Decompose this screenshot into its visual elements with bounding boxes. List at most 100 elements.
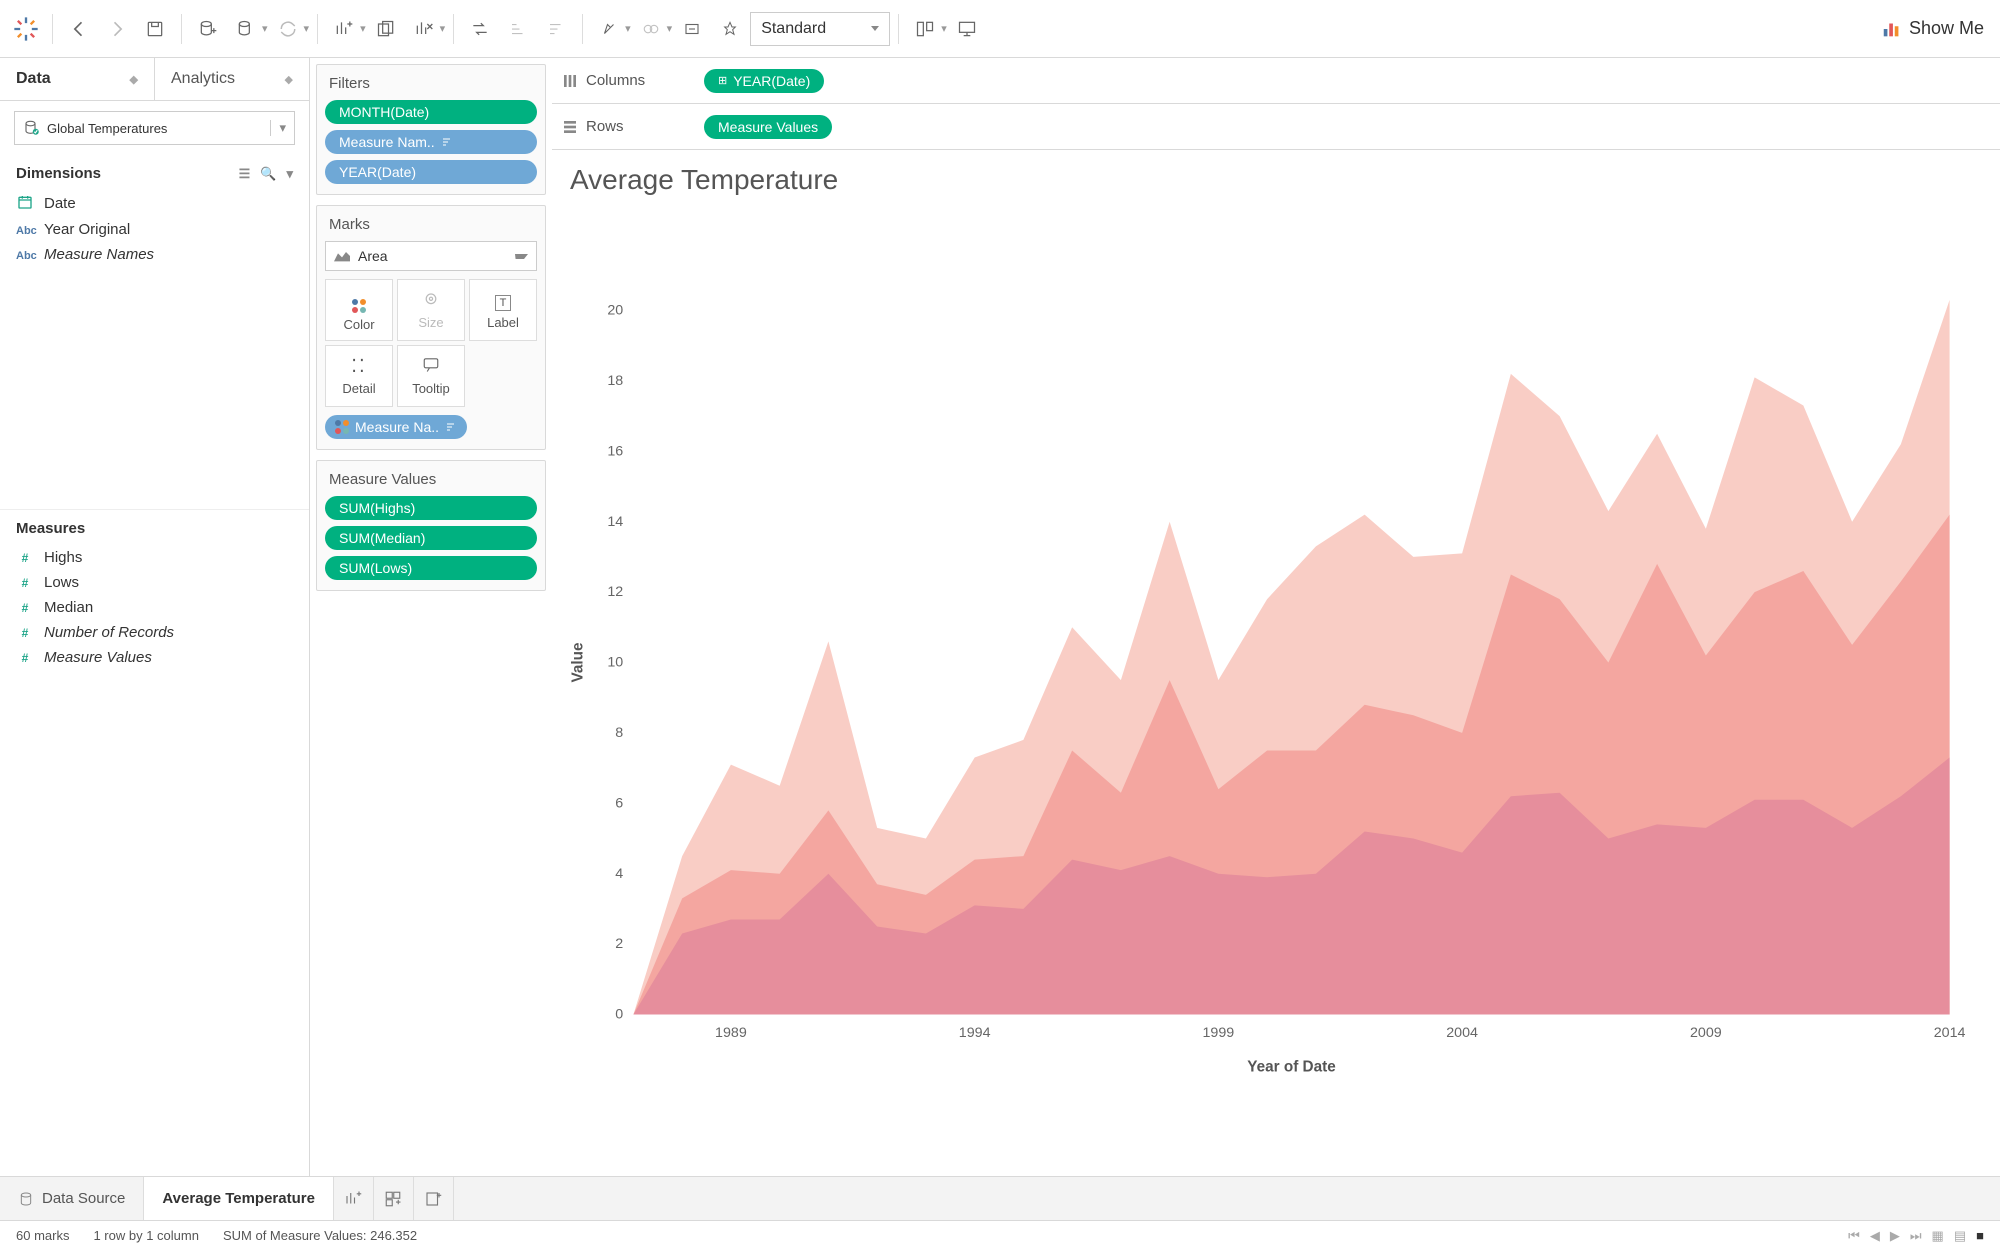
logo-icon[interactable]	[8, 11, 44, 47]
svg-text:12: 12	[607, 584, 623, 600]
data-source-select[interactable]: Global Temperatures ▾	[14, 111, 295, 145]
measure-values-shelf: Measure Values SUM(Highs)SUM(Median)SUM(…	[316, 460, 546, 591]
measure-value-pill[interactable]: SUM(Median)	[325, 526, 537, 550]
svg-text:10: 10	[607, 655, 623, 671]
view-grid-icon[interactable]: ▦	[1932, 1228, 1944, 1244]
measure-field[interactable]: #Median	[0, 595, 309, 620]
fit-select[interactable]: Standard	[750, 12, 890, 46]
svg-text:2009: 2009	[1690, 1025, 1722, 1041]
sheet-bar: Data Source Average Temperature	[0, 1176, 2000, 1220]
columns-shelf[interactable]: Columns ⊞YEAR(Date)	[552, 58, 2000, 104]
tab-data[interactable]: Data◆	[0, 58, 154, 100]
shelves-pane: Filters MONTH(Date)Measure Nam.. YEAR(Da…	[310, 58, 552, 1176]
status-dims: 1 row by 1 column	[93, 1228, 199, 1243]
measure-field[interactable]: #Number of Records	[0, 620, 309, 645]
viz-pane: Columns ⊞YEAR(Date) Rows Measure Values …	[552, 58, 2000, 1176]
mark-type-select[interactable]: Area	[325, 241, 537, 271]
marks-shelf: Marks Area ColorSizeTLabel⁚⁚DetailToolti…	[316, 205, 546, 450]
measure-field[interactable]: #Measure Values	[0, 645, 309, 670]
status-sum: SUM of Measure Values: 246.352	[223, 1228, 417, 1243]
swap-button[interactable]	[462, 11, 498, 47]
svg-text:1994: 1994	[959, 1025, 991, 1041]
filter-pill[interactable]: Measure Nam..	[325, 130, 537, 154]
svg-text:1989: 1989	[715, 1025, 747, 1041]
new-sheet-button[interactable]	[334, 1177, 374, 1220]
mark-card-size[interactable]: Size	[397, 279, 465, 341]
view-single-icon[interactable]: ■	[1976, 1228, 1984, 1244]
view-tabs-icon[interactable]: ▤	[1954, 1228, 1966, 1244]
show-labels-button[interactable]	[674, 11, 710, 47]
nav-last-icon[interactable]: ⏭	[1910, 1228, 1922, 1244]
dimensions-header: Dimensions ☰🔍▾	[0, 155, 309, 188]
measure-field[interactable]: #Highs	[0, 545, 309, 570]
svg-text:Year of Date: Year of Date	[1247, 1059, 1335, 1076]
status-marks: 60 marks	[16, 1228, 69, 1243]
svg-text:16: 16	[607, 443, 623, 459]
back-button[interactable]	[61, 11, 97, 47]
svg-text:2014: 2014	[1934, 1025, 1966, 1041]
svg-text:20: 20	[607, 303, 623, 319]
columns-pill[interactable]: ⊞YEAR(Date)	[704, 69, 824, 93]
area-chart: 0 2 4 6 8 10 12 14 16 18 20 1989 1994 1999 2004 2009 201…	[562, 210, 1970, 1166]
status-bar: 60 marks 1 row by 1 column SUM of Measur…	[0, 1220, 2000, 1250]
svg-text:1999: 1999	[1203, 1025, 1235, 1041]
data-pane: Data◆ Analytics◆ Global Temperatures ▾ D…	[0, 58, 310, 1176]
dimension-field[interactable]: AbcMeasure Names	[0, 242, 309, 267]
forward-button[interactable]	[99, 11, 135, 47]
svg-text:0: 0	[615, 1007, 623, 1023]
nav-first-icon[interactable]: ⏮	[1848, 1228, 1860, 1244]
tab-analytics[interactable]: Analytics◆	[154, 58, 309, 100]
new-dashboard-button[interactable]	[374, 1177, 414, 1220]
sort-asc-button[interactable]	[500, 11, 536, 47]
svg-text:Value: Value	[569, 643, 586, 683]
mark-card-tooltip[interactable]: Tooltip	[397, 345, 465, 407]
svg-text:6: 6	[615, 795, 623, 811]
save-button[interactable]	[137, 11, 173, 47]
clear-sheet-button[interactable]	[406, 11, 442, 47]
svg-text:4: 4	[615, 866, 623, 882]
filters-shelf: Filters MONTH(Date)Measure Nam.. YEAR(Da…	[316, 64, 546, 195]
mark-card-color[interactable]: Color	[325, 279, 393, 341]
presentation-button[interactable]	[949, 11, 985, 47]
pin-button[interactable]	[712, 11, 748, 47]
measure-field[interactable]: #Lows	[0, 570, 309, 595]
new-worksheet-button[interactable]	[326, 11, 362, 47]
search-icon[interactable]: 🔍	[260, 166, 276, 182]
new-story-button[interactable]	[414, 1177, 454, 1220]
filter-pill[interactable]: MONTH(Date)	[325, 100, 537, 124]
filter-pill[interactable]: YEAR(Date)	[325, 160, 537, 184]
show-me-button[interactable]: Show Me	[1873, 14, 1992, 44]
view-list-icon[interactable]: ☰	[239, 166, 251, 182]
group-button[interactable]	[633, 11, 669, 47]
toolbar: ▾ ▾ ▾ ▾ ▾ ▾ Standard ▾ Show Me	[0, 0, 2000, 58]
svg-text:2004: 2004	[1446, 1025, 1478, 1041]
sort-desc-button[interactable]	[538, 11, 574, 47]
nav-next-icon[interactable]: ▶	[1890, 1228, 1900, 1244]
measure-value-pill[interactable]: SUM(Highs)	[325, 496, 537, 520]
color-dots-icon	[335, 420, 349, 434]
rows-pill[interactable]: Measure Values	[704, 115, 832, 139]
rows-shelf[interactable]: Rows Measure Values	[552, 104, 2000, 150]
color-encoding-pill[interactable]: Measure Na..	[325, 415, 467, 439]
menu-icon[interactable]: ▾	[286, 166, 293, 182]
mark-card-label[interactable]: TLabel	[469, 279, 537, 341]
measures-header: Measures	[0, 510, 309, 543]
new-datasource-button[interactable]	[190, 11, 226, 47]
viz-title[interactable]: Average Temperature	[552, 150, 2000, 200]
pause-data-button[interactable]	[228, 11, 264, 47]
svg-text:14: 14	[607, 514, 623, 530]
dimension-field[interactable]: Date	[0, 190, 309, 217]
svg-text:18: 18	[607, 373, 623, 389]
highlight-button[interactable]	[591, 11, 627, 47]
dimension-field[interactable]: AbcYear Original	[0, 217, 309, 242]
refresh-button[interactable]	[270, 11, 306, 47]
mark-card-detail[interactable]: ⁚⁚Detail	[325, 345, 393, 407]
sheet-tab[interactable]: Average Temperature	[144, 1177, 334, 1220]
measure-value-pill[interactable]: SUM(Lows)	[325, 556, 537, 580]
show-cards-button[interactable]	[907, 11, 943, 47]
svg-text:8: 8	[615, 725, 623, 741]
svg-text:2: 2	[615, 936, 623, 952]
duplicate-sheet-button[interactable]	[368, 11, 404, 47]
nav-prev-icon[interactable]: ◀	[1870, 1228, 1880, 1244]
data-source-tab[interactable]: Data Source	[0, 1177, 144, 1220]
